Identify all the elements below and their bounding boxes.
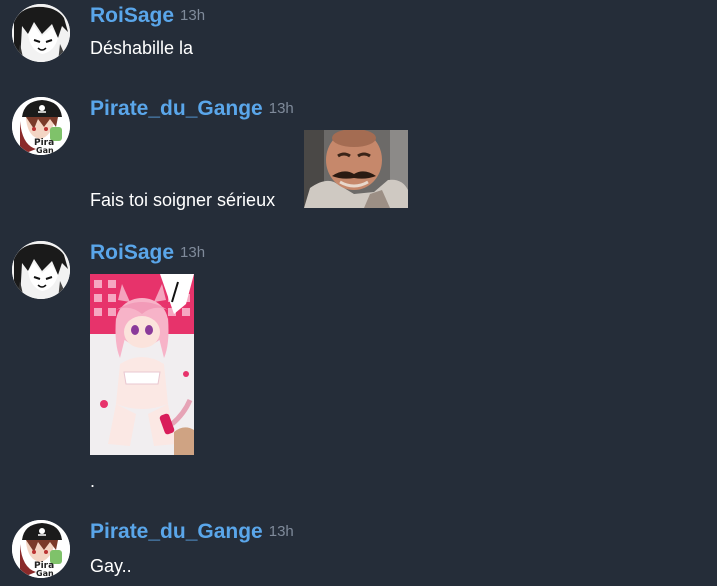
message-header: RoiSage 13h [90,4,205,28]
chat-feed: RoiSage 13h Déshabille la Pira Gan Pirate… [0,0,717,586]
pirate-anime-icon: Pira Gan [12,97,70,155]
message-text: Déshabille la [90,38,194,58]
pirate-anime-icon: Pira Gan [12,520,70,578]
laughing-man-image [304,130,408,208]
roisage-avatar[interactable] [12,4,70,62]
timestamp: 13h [180,7,206,24]
anime-catgirl-sticker[interactable] [90,274,194,455]
pirate-du-gange-avatar[interactable]: Pira Gan [12,97,70,155]
anime-catgirl-image [90,274,194,455]
username[interactable]: RoiSage [90,241,174,264]
manga-face-icon [12,4,70,62]
username[interactable]: Pirate_du_Gange [90,520,263,543]
roisage-avatar[interactable] [12,241,70,299]
pirate-du-gange-avatar[interactable]: Pira Gan [12,520,70,578]
timestamp: 13h [268,100,294,117]
svg-text:Gan: Gan [36,569,54,578]
username[interactable]: Pirate_du_Gange [90,97,263,120]
svg-text:Gan: Gan [36,146,54,155]
message-text: Fais toi soigner sérieux [90,190,276,210]
message-header: RoiSage 13h [90,241,205,265]
timestamp: 13h [180,244,206,261]
message-text: . [90,471,96,491]
timestamp: 13h [268,523,294,540]
message-header: Pirate_du_Gange 13h [90,520,294,544]
laughing-man-sticker[interactable] [304,130,408,208]
username[interactable]: RoiSage [90,4,174,27]
message-header: Pirate_du_Gange 13h [90,97,294,121]
manga-face-icon [12,241,70,299]
message-text: Gay.. [90,556,132,576]
